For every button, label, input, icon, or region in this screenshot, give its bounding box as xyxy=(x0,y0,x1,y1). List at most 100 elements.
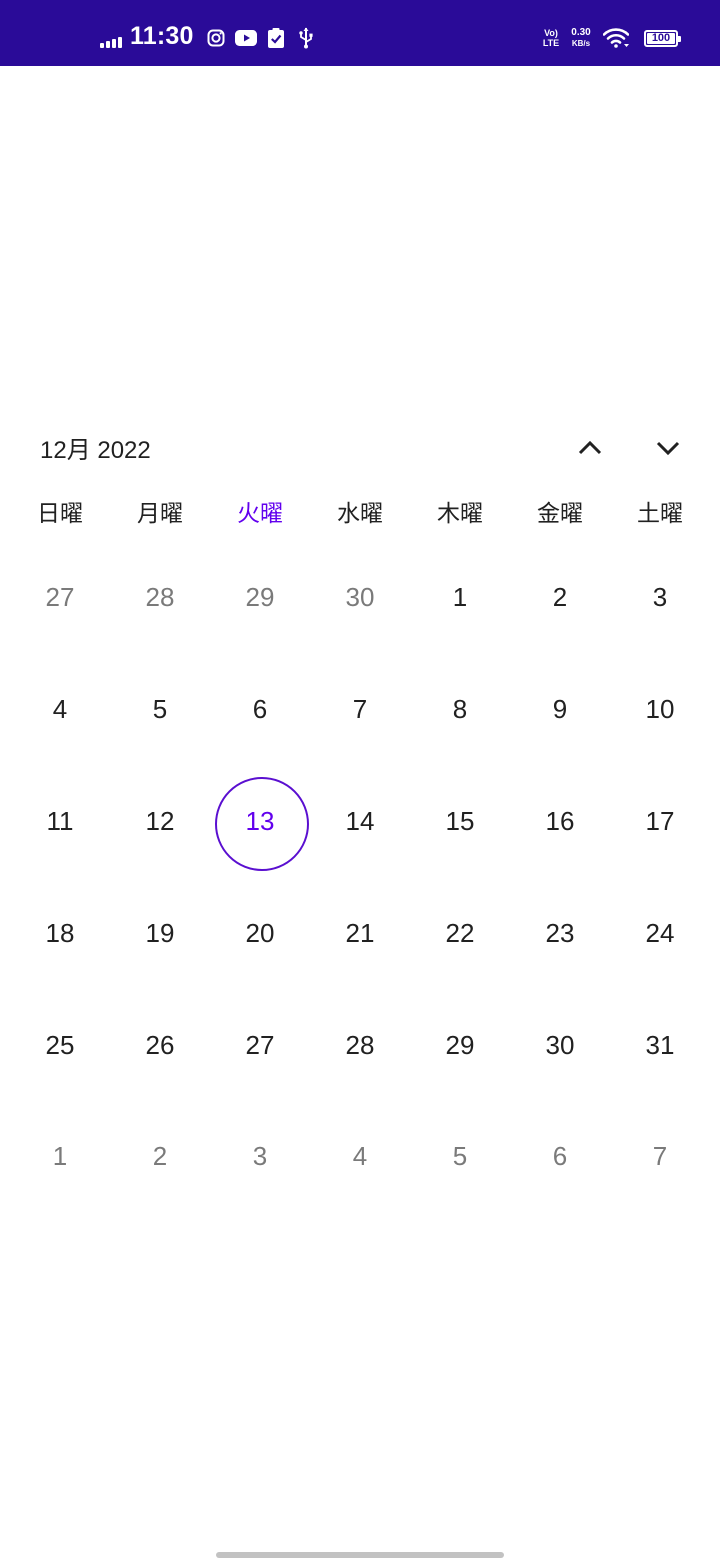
day-number: 28 xyxy=(145,582,175,613)
next-month-button[interactable] xyxy=(644,424,692,472)
day-cell[interactable]: 30 xyxy=(510,989,610,1101)
calendar-grid: 27 28 29 30 1 2 3 4 5 6 7 8 9 10 11 12 13 14 15 16 17 18 19 20 2… xyxy=(10,542,710,1213)
day-number: 21 xyxy=(345,917,375,948)
weekday-label: 月曜 xyxy=(137,500,183,526)
day-number: 10 xyxy=(645,694,675,725)
day-cell[interactable]: 5 xyxy=(410,1101,510,1213)
day-cell[interactable]: 17 xyxy=(610,766,710,878)
month-year-label[interactable]: 12月 2022 xyxy=(40,430,151,465)
day-number: 24 xyxy=(645,917,675,948)
day-number: 30 xyxy=(345,582,375,613)
day-cell[interactable]: 9 xyxy=(510,654,610,766)
previous-month-button[interactable] xyxy=(566,424,614,472)
day-number: 6 xyxy=(252,694,268,725)
weekday-header: 日曜 月曜 火曜 水曜 木曜 金曜 土曜 xyxy=(10,497,710,531)
day-cell[interactable]: 14 xyxy=(310,766,410,878)
day-cell[interactable]: 3 xyxy=(610,542,710,654)
day-number: 1 xyxy=(452,582,468,613)
week-row: 4 5 6 7 8 9 10 xyxy=(10,654,710,766)
day-number: 19 xyxy=(145,917,175,948)
week-row: 1 2 3 4 5 6 7 xyxy=(10,1101,710,1213)
day-cell[interactable]: 29 xyxy=(210,542,310,654)
day-cell-today[interactable]: 13 xyxy=(210,766,310,878)
instagram-icon xyxy=(206,26,226,50)
status-time: 11:30 xyxy=(130,22,194,50)
day-cell[interactable]: 1 xyxy=(10,1101,110,1213)
day-number: 8 xyxy=(452,694,468,725)
day-cell[interactable]: 7 xyxy=(310,654,410,766)
day-cell[interactable]: 8 xyxy=(410,654,510,766)
day-number: 4 xyxy=(352,1141,368,1172)
day-cell[interactable]: 28 xyxy=(310,989,410,1101)
day-cell[interactable]: 4 xyxy=(310,1101,410,1213)
signal-icon xyxy=(100,34,124,48)
weekday-label: 土曜 xyxy=(637,500,683,526)
day-cell[interactable]: 18 xyxy=(10,877,110,989)
day-number: 30 xyxy=(545,1029,575,1060)
network-speed: 0.30 KB/s xyxy=(571,27,591,48)
day-cell[interactable]: 28 xyxy=(110,542,210,654)
day-cell[interactable]: 20 xyxy=(210,877,310,989)
day-cell[interactable]: 7 xyxy=(610,1101,710,1213)
day-cell[interactable]: 30 xyxy=(310,542,410,654)
day-number: 29 xyxy=(445,1029,475,1060)
day-number: 5 xyxy=(152,694,168,725)
day-cell[interactable]: 2 xyxy=(110,1101,210,1213)
wifi-icon xyxy=(602,26,630,50)
day-cell[interactable]: 6 xyxy=(210,654,310,766)
chevron-up-icon xyxy=(578,440,602,455)
day-number: 6 xyxy=(552,1141,568,1172)
status-bar: 11:30 Vo) LTE 0.30 KB/s 100 xyxy=(0,0,720,66)
day-number: 28 xyxy=(345,1029,375,1060)
day-cell[interactable]: 22 xyxy=(410,877,510,989)
day-number: 1 xyxy=(52,1141,68,1172)
week-row: 27 28 29 30 1 2 3 xyxy=(10,542,710,654)
volte-indicator: Vo) LTE xyxy=(542,28,560,48)
day-cell[interactable]: 27 xyxy=(210,989,310,1101)
day-cell[interactable]: 16 xyxy=(510,766,610,878)
day-cell[interactable]: 21 xyxy=(310,877,410,989)
usb-icon xyxy=(296,26,316,50)
day-number: 7 xyxy=(352,694,368,725)
day-cell[interactable]: 15 xyxy=(410,766,510,878)
day-number: 16 xyxy=(545,805,575,836)
day-number: 27 xyxy=(45,582,75,613)
weekday-label: 火曜 xyxy=(237,500,283,526)
day-cell[interactable]: 1 xyxy=(410,542,510,654)
day-cell[interactable]: 2 xyxy=(510,542,610,654)
day-cell[interactable]: 31 xyxy=(610,989,710,1101)
day-number: 17 xyxy=(645,805,675,836)
day-number: 11 xyxy=(46,805,74,836)
day-cell[interactable]: 6 xyxy=(510,1101,610,1213)
day-number: 27 xyxy=(245,1029,275,1060)
day-number: 14 xyxy=(345,805,375,836)
day-cell[interactable]: 26 xyxy=(110,989,210,1101)
day-cell[interactable]: 10 xyxy=(610,654,710,766)
day-cell[interactable]: 5 xyxy=(110,654,210,766)
day-number: 5 xyxy=(452,1141,468,1172)
day-cell[interactable]: 23 xyxy=(510,877,610,989)
day-number: 9 xyxy=(552,694,568,725)
day-cell[interactable]: 19 xyxy=(110,877,210,989)
day-number: 18 xyxy=(45,917,75,948)
day-cell[interactable]: 25 xyxy=(10,989,110,1101)
day-number: 20 xyxy=(245,917,275,948)
day-cell[interactable]: 29 xyxy=(410,989,510,1101)
weekday-label: 水曜 xyxy=(337,500,383,526)
battery-icon: 100 xyxy=(644,30,681,47)
day-number: 13 xyxy=(245,805,275,836)
day-number: 7 xyxy=(652,1141,668,1172)
day-cell[interactable]: 12 xyxy=(110,766,210,878)
day-cell[interactable]: 24 xyxy=(610,877,710,989)
day-cell[interactable]: 4 xyxy=(10,654,110,766)
day-cell[interactable]: 11 xyxy=(10,766,110,878)
day-cell[interactable]: 27 xyxy=(10,542,110,654)
day-number: 22 xyxy=(445,917,475,948)
day-number: 31 xyxy=(645,1029,675,1060)
home-indicator[interactable] xyxy=(216,1552,504,1558)
day-number: 23 xyxy=(545,917,575,948)
day-cell[interactable]: 3 xyxy=(210,1101,310,1213)
week-row: 11 12 13 14 15 16 17 xyxy=(10,766,710,878)
battery-level: 100 xyxy=(651,32,671,44)
week-row: 18 19 20 21 22 23 24 xyxy=(10,877,710,989)
